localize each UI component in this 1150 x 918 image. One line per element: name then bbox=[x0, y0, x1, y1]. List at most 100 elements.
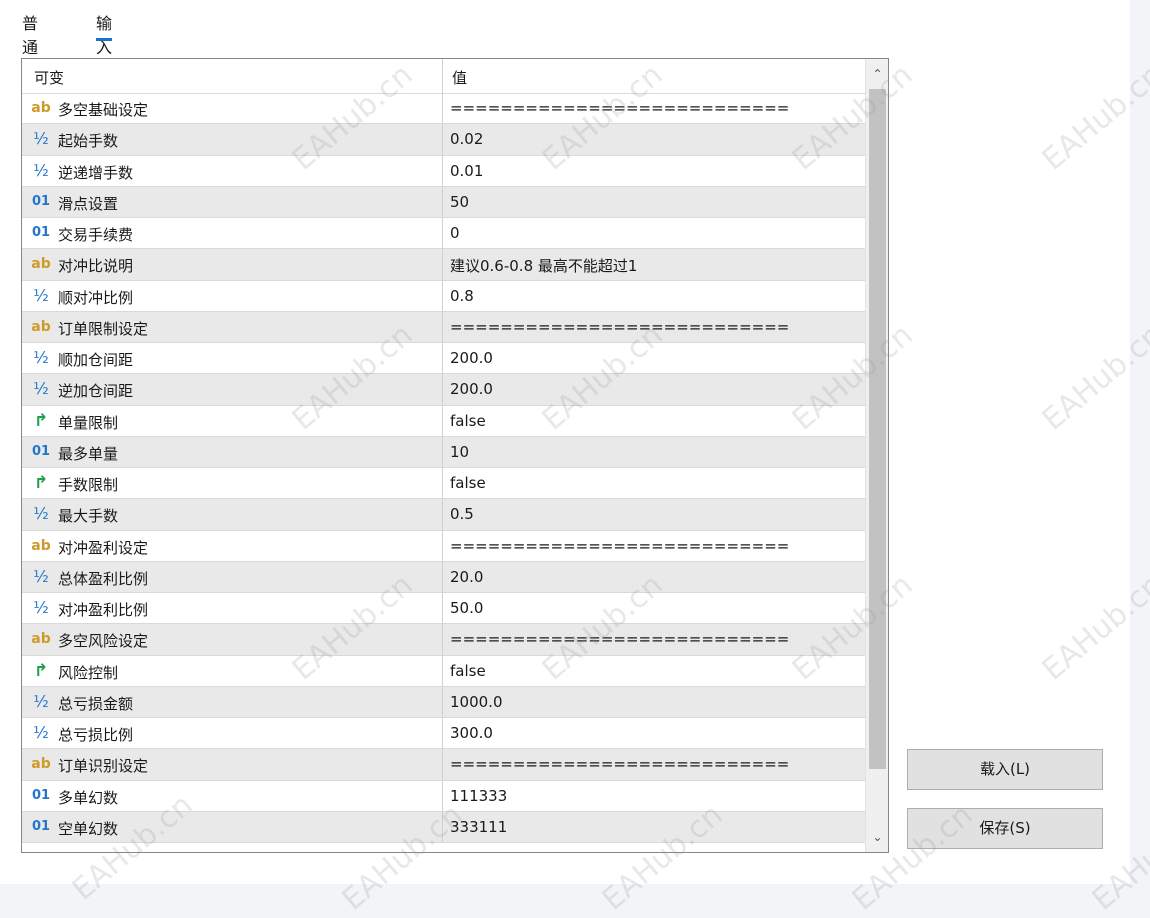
watermark-text: EAHub.cn bbox=[1035, 567, 1150, 688]
parameter-value[interactable]: 0.02 bbox=[450, 130, 483, 148]
parameter-value[interactable]: =========================== bbox=[450, 318, 789, 336]
parameter-value[interactable]: false bbox=[450, 474, 486, 492]
cell-divider bbox=[442, 249, 443, 280]
double-type-icon: ½ bbox=[33, 598, 49, 617]
parameter-name: 对冲盈利比例 bbox=[58, 601, 149, 619]
parameter-name: 多空基础设定 bbox=[58, 101, 149, 119]
string-type-icon: ab bbox=[31, 537, 51, 554]
parameter-row[interactable]: ½ 最大手数 0.5 bbox=[22, 499, 865, 531]
parameter-row[interactable]: ab 订单限制设定 =========================== bbox=[22, 311, 865, 343]
parameter-row[interactable]: ↱ 单量限制 false bbox=[22, 405, 865, 437]
parameter-value[interactable]: 0.8 bbox=[450, 287, 474, 305]
parameter-value[interactable]: =========================== bbox=[450, 99, 789, 117]
column-header-variable[interactable]: 可变 bbox=[34, 67, 64, 88]
cell-divider bbox=[442, 718, 443, 749]
parameter-value[interactable]: =========================== bbox=[450, 537, 789, 555]
parameter-row[interactable]: ↱ 风险控制 false bbox=[22, 655, 865, 687]
cell-divider bbox=[442, 593, 443, 624]
integer-type-icon: 01 bbox=[31, 787, 51, 803]
column-header-value[interactable]: 值 bbox=[452, 67, 467, 88]
parameter-name: 多单幻数 bbox=[58, 788, 119, 807]
double-type-icon: ½ bbox=[33, 129, 49, 149]
parameter-name: 单量限制 bbox=[58, 413, 119, 432]
parameter-row[interactable]: ½ 总体盈利比例 20.0 bbox=[22, 561, 865, 593]
parameter-value[interactable]: 20.0 bbox=[450, 568, 483, 586]
parameter-row[interactable]: ½ 总亏损金额 1000.0 bbox=[22, 686, 865, 718]
double-type-icon: ½ bbox=[33, 691, 49, 711]
cell-divider bbox=[442, 655, 443, 686]
parameter-row[interactable]: ½ 顺对冲比例 0.8 bbox=[22, 280, 865, 312]
parameter-row[interactable]: ½ 起始手数 0.02 bbox=[22, 124, 865, 156]
save-button[interactable]: 保存(S) bbox=[907, 808, 1103, 849]
column-divider[interactable] bbox=[442, 59, 443, 93]
cell-divider bbox=[442, 749, 443, 780]
parameter-value[interactable]: 0.5 bbox=[450, 505, 474, 523]
parameter-value[interactable]: 10 bbox=[450, 443, 469, 461]
parameter-row[interactable]: ½ 逆递增手数 0.01 bbox=[22, 155, 865, 187]
string-type-icon: ab bbox=[31, 318, 51, 335]
parameter-row[interactable]: 01 滑点设置 50 bbox=[22, 186, 865, 218]
parameter-name: 手数限制 bbox=[58, 476, 119, 494]
parameter-value[interactable]: false bbox=[450, 412, 486, 430]
parameter-value[interactable]: 1000.0 bbox=[450, 693, 503, 711]
parameter-row[interactable]: 01 交易手续费 0 bbox=[22, 218, 865, 250]
vertical-scrollbar[interactable]: ⌃ ⌄ bbox=[865, 59, 888, 852]
cell-divider bbox=[442, 686, 443, 717]
cell-divider bbox=[442, 780, 443, 811]
parameter-row[interactable]: 01 最多单量 10 bbox=[22, 436, 865, 468]
integer-type-icon: 01 bbox=[31, 443, 51, 459]
parameter-row[interactable]: 01 多单幻数 111333 bbox=[22, 780, 865, 812]
parameter-name: 交易手续费 bbox=[58, 226, 134, 244]
cell-divider bbox=[442, 93, 443, 124]
parameter-value[interactable]: 200.0 bbox=[450, 380, 493, 398]
cell-divider bbox=[442, 405, 443, 436]
parameter-row[interactable]: ab 对冲比说明 建议0.6-0.8 最高不能超过1 bbox=[22, 249, 865, 281]
tab-inputs[interactable]: 输入 bbox=[96, 10, 113, 58]
parameter-name: 对冲比说明 bbox=[58, 257, 134, 276]
load-button[interactable]: 载入(L) bbox=[907, 749, 1103, 790]
parameter-row[interactable]: ab 多空基础设定 =========================== bbox=[22, 93, 865, 125]
parameter-row[interactable]: ab 多空风险设定 =========================== bbox=[22, 624, 865, 656]
parameter-value[interactable]: 300.0 bbox=[450, 724, 493, 742]
scroll-down-icon[interactable]: ⌄ bbox=[866, 826, 888, 848]
parameter-name: 对冲盈利设定 bbox=[58, 538, 149, 557]
cell-divider bbox=[442, 374, 443, 405]
parameter-row[interactable]: ½ 顺加仓间距 200.0 bbox=[22, 343, 865, 375]
parameter-row[interactable]: ½ 总亏损比例 300.0 bbox=[22, 718, 865, 750]
cell-divider bbox=[442, 530, 443, 561]
parameter-name: 最大手数 bbox=[58, 507, 119, 526]
parameter-row[interactable]: ab 对冲盈利设定 =========================== bbox=[22, 530, 865, 562]
bool-type-icon: ↱ bbox=[33, 410, 49, 431]
parameter-name: 逆加仓间距 bbox=[58, 382, 134, 401]
parameter-value[interactable]: 333111 bbox=[450, 818, 507, 836]
parameter-value[interactable]: 建议0.6-0.8 最高不能超过1 bbox=[450, 255, 637, 276]
parameter-value[interactable]: 0.01 bbox=[450, 162, 483, 180]
integer-type-icon: 01 bbox=[31, 818, 51, 834]
cell-divider bbox=[442, 811, 443, 842]
parameter-name: 顺对冲比例 bbox=[58, 288, 134, 307]
parameter-value[interactable]: =========================== bbox=[450, 755, 789, 773]
scroll-up-icon[interactable]: ⌃ bbox=[866, 63, 888, 85]
parameter-value[interactable]: 50 bbox=[450, 193, 469, 211]
parameter-row[interactable]: 01 空单幻数 333111 bbox=[22, 811, 865, 843]
parameter-value[interactable]: =========================== bbox=[450, 630, 789, 648]
parameter-value[interactable]: 0 bbox=[450, 224, 460, 242]
parameter-row[interactable]: ½ 逆加仓间距 200.0 bbox=[22, 374, 865, 406]
grid-header: 可变 值 bbox=[22, 59, 865, 94]
cell-divider bbox=[442, 280, 443, 311]
parameter-row[interactable]: ↱ 手数限制 false bbox=[22, 468, 865, 500]
parameter-value[interactable]: 50.0 bbox=[450, 599, 483, 617]
scrollbar-thumb[interactable] bbox=[869, 89, 886, 769]
parameter-value[interactable]: 111333 bbox=[450, 787, 507, 805]
cell-divider bbox=[442, 124, 443, 155]
parameter-value[interactable]: false bbox=[450, 662, 486, 680]
parameter-row[interactable]: ab 订单识别设定 =========================== bbox=[22, 749, 865, 781]
tab-common[interactable]: 普通 bbox=[22, 10, 38, 58]
parameter-name: 逆递增手数 bbox=[58, 163, 134, 182]
double-type-icon: ½ bbox=[33, 379, 49, 399]
string-type-icon: ab bbox=[31, 256, 51, 273]
parameter-row[interactable]: ½ 对冲盈利比例 50.0 bbox=[22, 593, 865, 625]
parameter-value[interactable]: 200.0 bbox=[450, 349, 493, 367]
double-type-icon: ½ bbox=[33, 348, 49, 367]
double-type-icon: ½ bbox=[33, 504, 49, 524]
